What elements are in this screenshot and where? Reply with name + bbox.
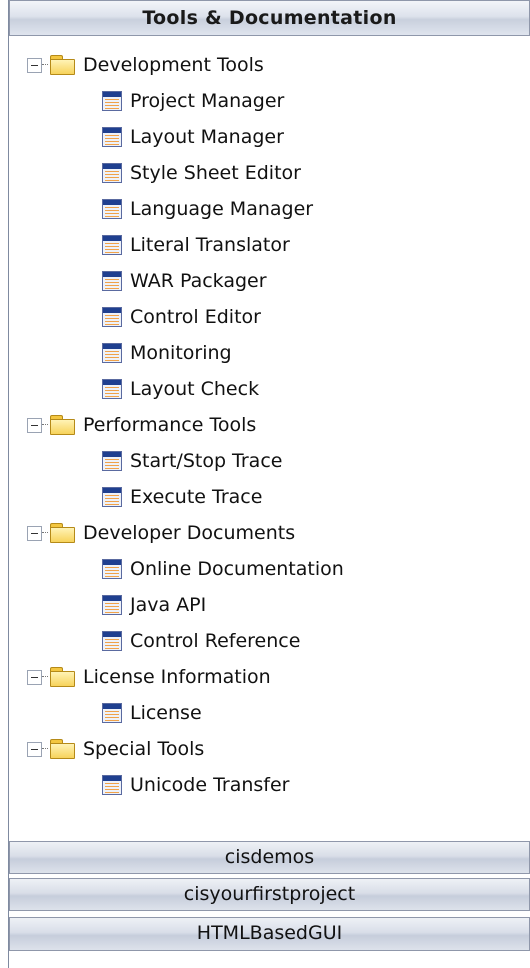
tree-item-layout-check[interactable]: Layout Check [102, 372, 259, 406]
document-icon [102, 163, 122, 183]
item-label: Literal Translator [130, 234, 290, 256]
tree-connector [42, 748, 48, 750]
item-label: Layout Check [130, 378, 260, 400]
section-bar-cisyourfirstproject[interactable]: cisyourfirstproject [9, 878, 530, 911]
document-icon [102, 127, 122, 147]
section-bar-cisdemos[interactable]: cisdemos [9, 841, 530, 874]
tree-item-literal-translator[interactable]: Literal Translator [102, 228, 290, 262]
folder-label: Developer Documents [83, 522, 296, 544]
tree-item-unicode-transfer[interactable]: Unicode Transfer [102, 768, 290, 802]
document-icon [102, 271, 122, 291]
tree-item-online-documentation[interactable]: Online Documentation [102, 552, 344, 586]
tree-folder-performance-tools[interactable]: Performance Tools [27, 408, 256, 442]
document-icon [102, 199, 122, 219]
tools-panel: Tools & Documentation Development Tools … [8, 0, 530, 968]
tree-item-execute-trace[interactable]: Execute Trace [102, 480, 262, 514]
item-label: Layout Manager [130, 126, 284, 148]
item-label: Style Sheet Editor [130, 162, 301, 184]
tree-item-war-packager[interactable]: WAR Packager [102, 264, 267, 298]
item-label: Control Reference [130, 630, 301, 652]
item-label: Execute Trace [130, 486, 263, 508]
collapse-icon[interactable] [27, 741, 42, 757]
tree-connector [42, 424, 48, 426]
navigation-tree: Development Tools Project Manager Layout… [9, 36, 530, 836]
document-icon [102, 487, 122, 507]
document-icon [102, 235, 122, 255]
document-icon [102, 559, 122, 579]
folder-icon [49, 737, 77, 761]
document-icon [102, 343, 122, 363]
section-bar-htmlbasedgui[interactable]: HTMLBasedGUI [9, 917, 530, 951]
item-label: WAR Packager [130, 270, 267, 292]
folder-label: Development Tools [83, 54, 264, 76]
folder-icon [49, 665, 77, 689]
item-label: Control Editor [130, 306, 261, 328]
item-label: License [130, 702, 202, 724]
tree-item-style-sheet-editor[interactable]: Style Sheet Editor [102, 156, 301, 190]
item-label: Monitoring [130, 342, 232, 364]
folder-icon [49, 53, 77, 77]
item-label: Java API [130, 594, 207, 616]
collapse-icon[interactable] [27, 525, 42, 541]
item-label: Language Manager [130, 198, 314, 220]
tree-item-monitoring[interactable]: Monitoring [102, 336, 232, 370]
folder-icon [49, 521, 77, 545]
document-icon [102, 775, 122, 795]
collapse-icon[interactable] [27, 669, 42, 685]
item-label: Start/Stop Trace [130, 450, 283, 472]
tree-connector [42, 676, 48, 678]
tree-folder-development-tools[interactable]: Development Tools [27, 48, 264, 82]
tree-item-license[interactable]: License [102, 696, 202, 730]
tree-item-project-manager[interactable]: Project Manager [102, 84, 284, 118]
tree-item-control-editor[interactable]: Control Editor [102, 300, 261, 334]
document-icon [102, 631, 122, 651]
tree-item-layout-manager[interactable]: Layout Manager [102, 120, 284, 154]
document-icon [102, 703, 122, 723]
item-label: Project Manager [130, 90, 285, 112]
panel-header[interactable]: Tools & Documentation [9, 0, 530, 36]
tree-item-language-manager[interactable]: Language Manager [102, 192, 313, 226]
item-label: Unicode Transfer [130, 774, 290, 796]
document-icon [102, 451, 122, 471]
document-icon [102, 379, 122, 399]
tree-item-start-stop-trace[interactable]: Start/Stop Trace [102, 444, 282, 478]
tree-item-control-reference[interactable]: Control Reference [102, 624, 300, 658]
tree-folder-license-information[interactable]: License Information [27, 660, 271, 694]
folder-icon [49, 413, 77, 437]
tree-item-java-api[interactable]: Java API [102, 588, 206, 622]
document-icon [102, 91, 122, 111]
tree-folder-special-tools[interactable]: Special Tools [27, 732, 204, 766]
tree-connector [42, 532, 48, 534]
item-label: Online Documentation [130, 558, 344, 580]
tree-connector [42, 64, 48, 66]
document-icon [102, 595, 122, 615]
folder-label: License Information [83, 666, 271, 688]
folder-label: Performance Tools [83, 414, 257, 436]
document-icon [102, 307, 122, 327]
collapse-icon[interactable] [27, 417, 42, 433]
tree-folder-developer-documents[interactable]: Developer Documents [27, 516, 295, 550]
folder-label: Special Tools [83, 738, 205, 760]
collapse-icon[interactable] [27, 57, 42, 73]
